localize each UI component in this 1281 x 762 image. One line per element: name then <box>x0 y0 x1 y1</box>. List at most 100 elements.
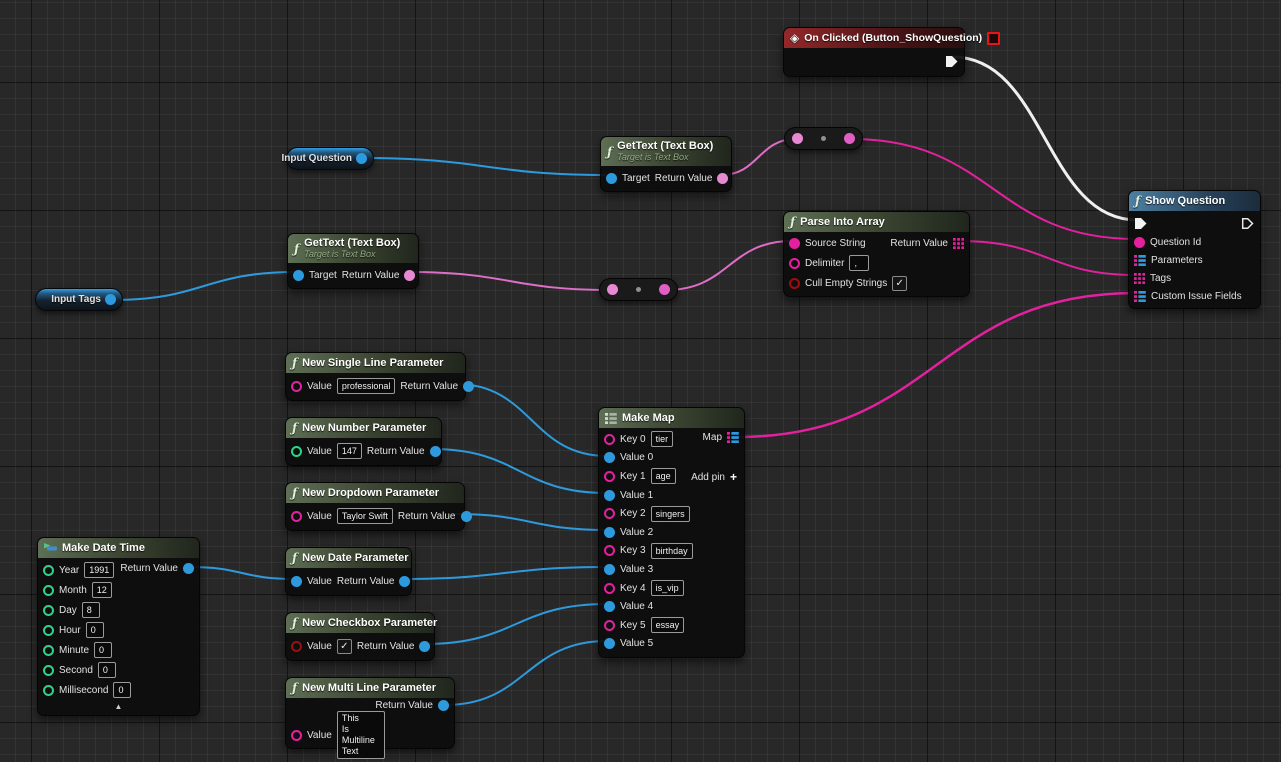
value-5-pin[interactable] <box>604 638 615 649</box>
question-id-pin[interactable] <box>1134 237 1145 248</box>
node-show-question[interactable]: ƒ Show Question Question Id Parameters T… <box>1128 190 1261 309</box>
wire-parse-rv-tags[interactable] <box>960 241 1136 275</box>
wire-checkbox-value4[interactable] <box>425 604 607 644</box>
return-value-pin[interactable] <box>461 511 472 522</box>
node-header[interactable]: ƒ GetText (Text Box) Target is Text Box <box>601 137 731 166</box>
return-value-pin[interactable] <box>419 641 430 652</box>
node-header[interactable]: ƒ New Multi Line Parameter <box>286 678 454 698</box>
node-new-dropdown-parameter[interactable]: ƒ New Dropdown Parameter Value Taylor Sw… <box>285 482 465 531</box>
add-pin-button[interactable]: Add pin + <box>691 470 737 484</box>
node-header[interactable]: ◈ On Clicked (Button_ShowQuestion) <box>784 28 964 48</box>
exec-out-pin[interactable] <box>945 55 959 68</box>
reroute-in-pin[interactable] <box>792 133 803 144</box>
return-value-pin[interactable] <box>463 381 474 392</box>
hour-pin[interactable] <box>43 625 54 636</box>
value-3-pin[interactable] <box>604 564 615 575</box>
node-header[interactable]: ƒ Parse Into Array <box>784 212 969 232</box>
key-0-field[interactable]: tier <box>651 431 674 447</box>
key-2-field[interactable]: singers <box>651 506 690 522</box>
map-output-pin[interactable] <box>727 432 739 443</box>
node-on-clicked[interactable]: ◈ On Clicked (Button_ShowQuestion) <box>783 27 965 77</box>
reroute-node-tags[interactable] <box>599 278 678 301</box>
value-pin[interactable] <box>291 446 302 457</box>
collapse-arrow-icon[interactable]: ▲ <box>115 702 123 711</box>
reroute-out-pin[interactable] <box>844 133 855 144</box>
source-string-pin[interactable] <box>789 238 800 249</box>
return-value-pin[interactable] <box>399 576 410 587</box>
value-field[interactable]: professional <box>337 378 396 394</box>
hour-field[interactable]: 0 <box>86 622 104 638</box>
value-4-pin[interactable] <box>604 601 615 612</box>
return-value-pin[interactable] <box>717 173 728 184</box>
value-0-pin[interactable] <box>604 452 615 463</box>
key-1-pin[interactable] <box>604 471 615 482</box>
node-gettext-textbox-top[interactable]: ƒ GetText (Text Box) Target is Text Box … <box>600 136 732 192</box>
node-gettext-textbox-left[interactable]: ƒ GetText (Text Box) Target is Text Box … <box>287 233 419 289</box>
value-checkbox[interactable]: ✓ <box>337 639 352 654</box>
reroute-in-pin[interactable] <box>607 284 618 295</box>
value-pin[interactable] <box>291 641 302 652</box>
key-3-field[interactable]: birthday <box>651 543 693 559</box>
delegate-pin[interactable] <box>987 32 1000 45</box>
node-new-date-parameter[interactable]: ƒ New Date Parameter Value Return Value <box>285 547 412 596</box>
node-header[interactable]: ƒ Show Question <box>1129 191 1260 211</box>
node-new-single-line-parameter[interactable]: ƒ New Single Line Parameter Value profes… <box>285 352 466 401</box>
value-field[interactable]: Taylor Swift <box>337 508 393 524</box>
cull-empty-strings-checkbox[interactable]: ✓ <box>892 276 907 291</box>
value-1-pin[interactable] <box>604 490 615 501</box>
node-header[interactable]: ƒ New Number Parameter <box>286 418 441 438</box>
wire-inputtags-gettext-target[interactable] <box>112 272 296 300</box>
day-field[interactable]: 8 <box>82 602 100 618</box>
millisecond-field[interactable]: 0 <box>113 682 131 698</box>
return-value-pin[interactable] <box>438 700 449 711</box>
second-pin[interactable] <box>43 665 54 676</box>
node-parse-into-array[interactable]: ƒ Parse Into Array Source String Return … <box>783 211 970 297</box>
key-2-pin[interactable] <box>604 508 615 519</box>
blueprint-canvas[interactable]: ◈ On Clicked (Button_ShowQuestion) ƒ Get… <box>0 0 1281 762</box>
target-pin[interactable] <box>293 270 304 281</box>
month-field[interactable]: 12 <box>92 582 112 598</box>
node-header[interactable]: ƒ New Single Line Parameter <box>286 353 465 373</box>
node-new-multi-line-parameter[interactable]: ƒ New Multi Line Parameter Value This Is… <box>285 677 455 749</box>
return-value-array-pin[interactable] <box>953 238 964 249</box>
key-4-pin[interactable] <box>604 583 615 594</box>
custom-issue-fields-map-pin[interactable] <box>1134 291 1146 302</box>
wire-inputquestion-gettext-target[interactable] <box>362 158 609 175</box>
minute-pin[interactable] <box>43 645 54 656</box>
key-1-field[interactable]: age <box>651 468 676 484</box>
node-header[interactable]: ƒ New Date Parameter <box>286 548 411 568</box>
year-pin[interactable] <box>43 565 54 576</box>
node-new-checkbox-parameter[interactable]: ƒ New Checkbox Parameter Value ✓ Return … <box>285 612 435 661</box>
return-value-pin[interactable] <box>430 446 441 457</box>
node-make-map[interactable]: Make Map Map Add pin + Key 0tier Value 0… <box>598 407 745 658</box>
exec-out-pin[interactable] <box>1241 217 1255 230</box>
wire-singleline-value0[interactable] <box>456 384 607 456</box>
value-2-pin[interactable] <box>604 527 615 538</box>
key-0-pin[interactable] <box>604 434 615 445</box>
node-header[interactable]: Make Date Time <box>38 538 199 558</box>
value-pin[interactable] <box>291 511 302 522</box>
tags-array-pin[interactable] <box>1134 273 1145 284</box>
wire-datetime-datevalue[interactable] <box>190 567 294 579</box>
node-make-date-time[interactable]: Make Date Time Return Value Year1991 Mon… <box>37 537 200 716</box>
value-multiline-field[interactable]: This Is Multiline Text <box>337 711 385 759</box>
wire-dropdown-value2[interactable] <box>455 514 607 530</box>
value-pin[interactable] <box>291 730 302 741</box>
node-header[interactable]: Make Map <box>599 408 744 428</box>
wire-reroute-sourcestring[interactable] <box>666 241 792 290</box>
key-3-pin[interactable] <box>604 545 615 556</box>
return-value-pin[interactable] <box>404 270 415 281</box>
delimiter-pin[interactable] <box>789 258 800 269</box>
wire-exec-onclicked-showquestion[interactable] <box>953 57 1137 220</box>
parameters-map-pin[interactable] <box>1134 255 1146 266</box>
millisecond-pin[interactable] <box>43 685 54 696</box>
cull-empty-strings-pin[interactable] <box>789 278 800 289</box>
second-field[interactable]: 0 <box>98 662 116 678</box>
value-pin[interactable] <box>291 576 302 587</box>
wire-makemap-customissuefields[interactable] <box>737 293 1136 437</box>
node-new-number-parameter[interactable]: ƒ New Number Parameter Value 147 Return … <box>285 417 442 466</box>
exec-in-pin[interactable] <box>1134 217 1148 230</box>
minute-field[interactable]: 0 <box>94 642 112 658</box>
key-5-pin[interactable] <box>604 620 615 631</box>
wire-multiline-value5[interactable] <box>445 641 607 705</box>
